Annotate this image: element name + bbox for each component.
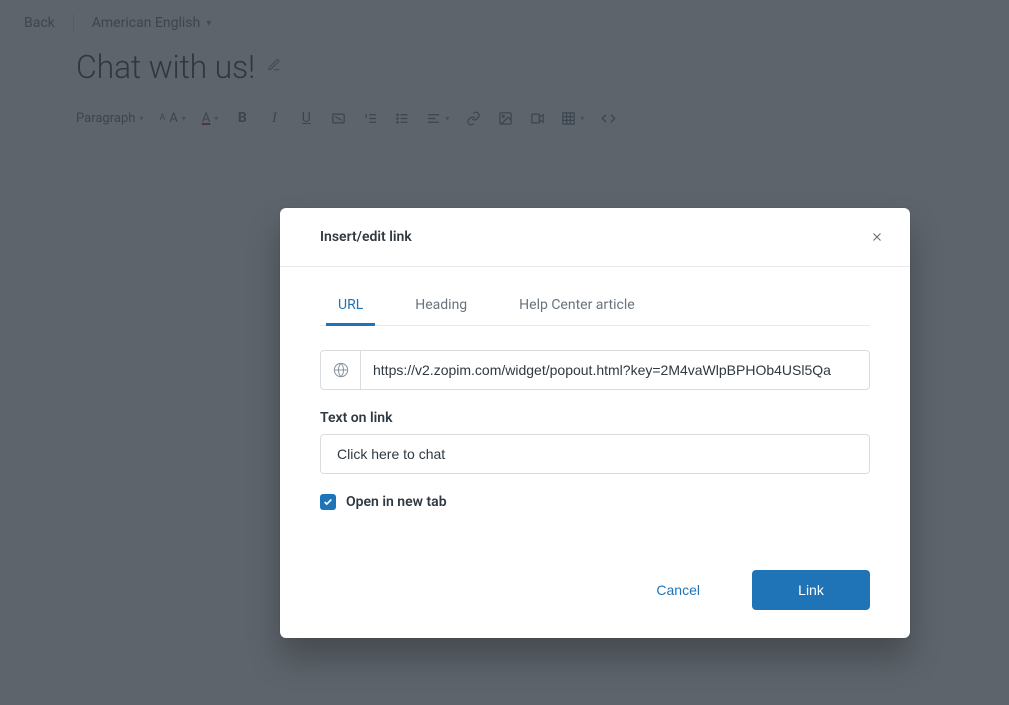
modal-header: Insert/edit link [280,208,910,267]
text-on-link-label: Text on link [320,410,870,426]
insert-link-modal: Insert/edit link URL Heading Help Center… [280,208,910,638]
open-new-tab-label: Open in new tab [346,494,447,510]
open-new-tab-row: Open in new tab [320,494,870,510]
modal-tabs: URL Heading Help Center article [320,283,870,326]
link-text-input[interactable] [321,435,869,473]
modal-body: URL Heading Help Center article Text on … [280,267,910,534]
url-field-group [320,350,870,390]
globe-icon [321,351,361,389]
url-input-wrap [320,350,870,390]
modal-footer: Cancel Link [280,534,910,638]
cancel-button[interactable]: Cancel [628,570,728,610]
text-input-wrap [320,434,870,474]
tab-url[interactable]: URL [332,283,369,325]
tab-heading[interactable]: Heading [409,283,473,325]
modal-title: Insert/edit link [320,229,412,245]
open-new-tab-checkbox[interactable] [320,494,336,510]
url-input[interactable] [361,351,869,389]
link-submit-button[interactable]: Link [752,570,870,610]
text-field-group: Text on link [320,410,870,474]
tab-help-center-article[interactable]: Help Center article [513,283,640,325]
close-button[interactable] [868,228,886,246]
